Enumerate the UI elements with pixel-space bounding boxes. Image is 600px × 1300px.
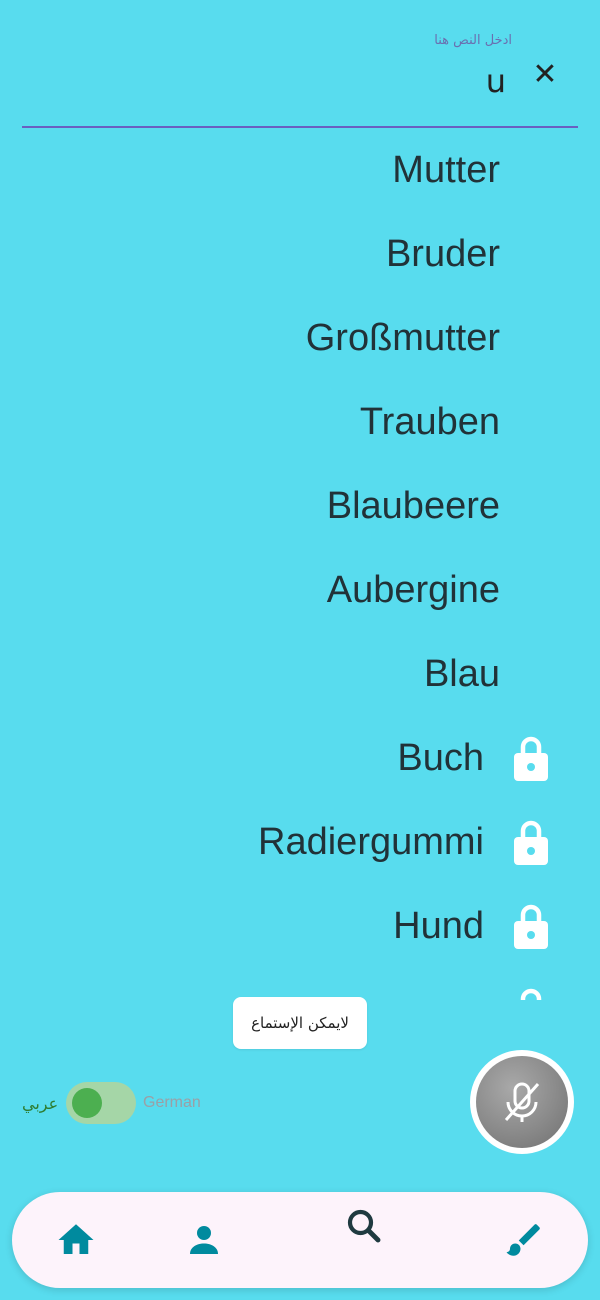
results-list: Mutter Bruder Großmutter Trauben Blaubee… <box>0 128 600 1000</box>
mic-button-face <box>476 1056 568 1148</box>
list-item[interactable]: Großmutter <box>306 296 500 380</box>
word-label: Mutter <box>392 148 500 191</box>
word-label: Buch <box>397 736 484 779</box>
nav-home-button[interactable] <box>50 1214 102 1266</box>
language-toggle[interactable] <box>66 1082 136 1124</box>
word-label: Trauben <box>359 400 500 443</box>
clear-button[interactable]: ✕ <box>530 60 560 90</box>
nav-draw-button[interactable] <box>498 1214 550 1266</box>
language-label-arabic: عربي <box>22 1094 59 1113</box>
list-item[interactable]: Mutter <box>392 128 500 212</box>
lock-icon <box>520 988 542 1000</box>
search-input[interactable] <box>306 62 506 100</box>
word-label: Blau <box>423 652 500 695</box>
list-item[interactable]: Trauben <box>360 380 500 464</box>
search-label: ادخل النص هنا <box>434 33 512 48</box>
home-icon <box>58 1224 94 1254</box>
language-label-german: German <box>143 1094 201 1111</box>
toast-message: لايمكن الإستماع <box>233 997 367 1049</box>
lock-icon <box>514 904 548 949</box>
list-item[interactable]: Hund <box>393 884 484 968</box>
person-icon <box>190 1226 218 1254</box>
word-label: Aubergine <box>326 568 500 611</box>
word-label: Blaubeere <box>326 484 500 527</box>
list-item[interactable]: Bruder <box>386 212 500 296</box>
word-label: Radiergummi <box>258 820 484 863</box>
mic-off-icon <box>504 1082 540 1122</box>
word-label: Bruder <box>385 232 500 275</box>
list-item[interactable]: Aubergine <box>327 548 500 632</box>
bottom-nav <box>12 1192 588 1288</box>
word-label: Hund <box>393 904 484 947</box>
list-item[interactable]: Blaubeere <box>327 464 500 548</box>
brush-icon <box>506 1224 540 1256</box>
lock-icon <box>514 736 548 781</box>
nav-search-button[interactable] <box>338 1200 390 1252</box>
lock-icon <box>514 820 548 865</box>
list-item[interactable]: Blau <box>424 632 500 716</box>
close-icon: ✕ <box>532 57 558 92</box>
word-label: Großmutter <box>305 316 500 359</box>
list-item[interactable]: Radiergummi <box>258 800 484 884</box>
search-icon <box>347 1209 381 1243</box>
toggle-thumb <box>72 1088 102 1118</box>
mic-button[interactable] <box>470 1050 574 1154</box>
nav-profile-button[interactable] <box>178 1214 230 1266</box>
list-item[interactable]: Buch <box>397 716 484 800</box>
